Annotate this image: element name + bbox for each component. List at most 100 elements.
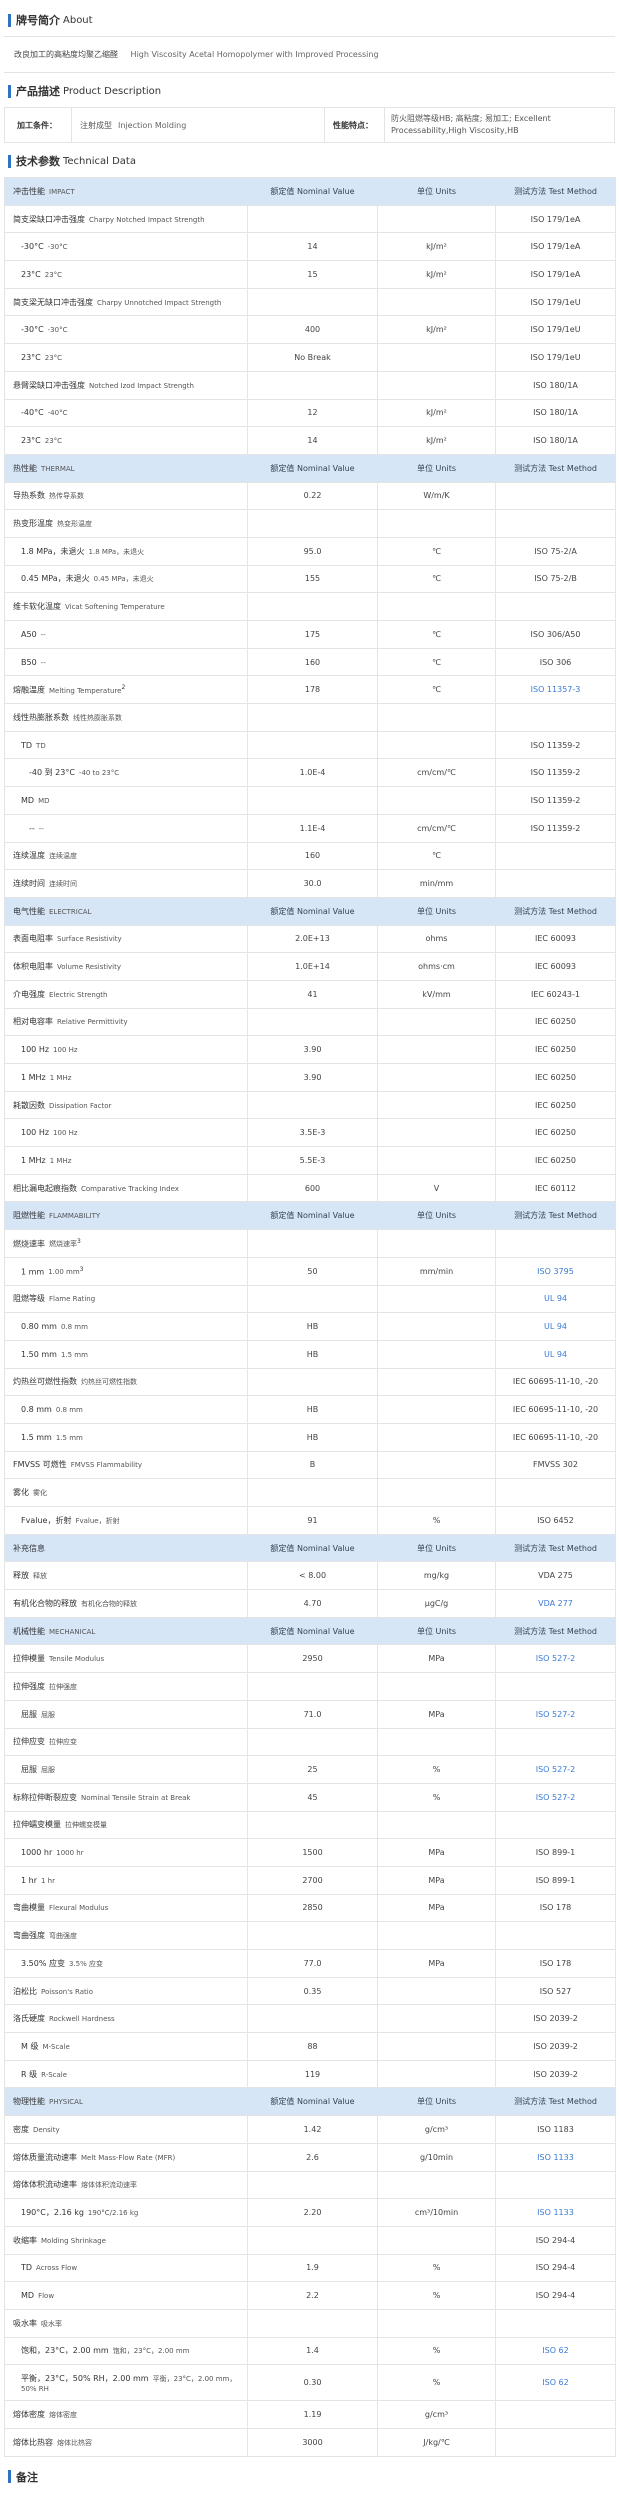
- property-value: 3.90: [247, 1035, 378, 1064]
- property-name-cn: 1 hr: [21, 1875, 37, 1885]
- test-method-link-text[interactable]: ISO 527-2: [536, 1765, 576, 1774]
- property-unit: [377, 1367, 496, 1397]
- property-unit: MPa: [377, 1838, 496, 1867]
- test-method: [495, 1727, 616, 1757]
- test-method-link[interactable]: ISO 527-2: [495, 1699, 616, 1729]
- property-value: [247, 2225, 378, 2255]
- test-method-link-text[interactable]: ISO 527-2: [536, 1654, 576, 1663]
- property-value: 1.9: [247, 2253, 378, 2283]
- property-row: 释放 释放 < 8.00 mg/kg VDA 275: [4, 1561, 616, 1591]
- property-unit: g/cm³: [377, 2115, 496, 2144]
- property-row: 23°C 23°C No Break ISO 179/1eU: [4, 343, 616, 372]
- property-name-en: 1.5 mm: [60, 1350, 88, 1359]
- property-name: 平衡，23°C，50% RH，2.00 mm 平衡，23°C，2.00 mm，50…: [4, 2364, 248, 2402]
- section-header-en: PHYSICAL: [49, 2098, 83, 2107]
- test-method-link[interactable]: ISO 62: [495, 2336, 616, 2366]
- property-unit: kJ/m²: [377, 398, 496, 428]
- property-row: TD TD ISO 11359-2: [4, 730, 616, 760]
- property-row: 100 Hz 100 Hz 3.5E-3 IEC 60250: [4, 1118, 616, 1148]
- property-row: 拉伸蠕变模量 拉伸蠕变模量: [4, 1810, 616, 1840]
- test-method-link-text[interactable]: ISO 1133: [537, 2153, 574, 2162]
- section-header-name: 电气性能 ELECTRICAL: [4, 896, 248, 926]
- property-unit: [377, 786, 496, 815]
- footnote-marker[interactable]: 2: [121, 684, 125, 691]
- test-method-link-text[interactable]: UL 94: [544, 1322, 567, 1331]
- test-method: [495, 1921, 616, 1950]
- property-name-en: 灼热丝可燃性指数: [81, 1378, 137, 1387]
- property-unit: [377, 2004, 496, 2034]
- test-method-link-text[interactable]: ISO 527-2: [536, 1793, 576, 1802]
- test-method-link-text[interactable]: ISO 3795: [537, 1267, 574, 1276]
- property-name: 洛氏硬度 Rockwell Hardness: [4, 2004, 248, 2034]
- test-method-link-text[interactable]: VDA 277: [538, 1599, 573, 1608]
- test-method-link[interactable]: ISO 3795: [495, 1256, 616, 1286]
- property-row: MD MD ISO 11359-2: [4, 786, 616, 815]
- section-bar: [8, 154, 11, 168]
- test-method-link[interactable]: ISO 527-2: [495, 1644, 616, 1674]
- test-method-link-text[interactable]: UL 94: [544, 1294, 567, 1303]
- test-method-link[interactable]: UL 94: [495, 1339, 616, 1369]
- test-method-link-text[interactable]: ISO 62: [542, 2346, 568, 2355]
- test-method-text: ISO 11359-2: [530, 823, 581, 833]
- property-unit: ℃: [377, 675, 496, 705]
- test-method-link[interactable]: ISO 11357-3: [495, 675, 616, 705]
- test-method-link[interactable]: UL 94: [495, 1312, 616, 1341]
- property-name: 导热系数 热传导系数: [4, 481, 248, 511]
- property-name-cn: 相对电容率: [13, 1017, 53, 1027]
- property-name: FMVSS 可燃性 FMVSS Flammability: [4, 1450, 248, 1480]
- property-name-en: Dissipation Factor: [49, 1101, 112, 1110]
- footnote-marker[interactable]: 3: [80, 1266, 84, 1273]
- test-method: [495, 2400, 616, 2429]
- footnote-marker[interactable]: 3: [77, 1238, 81, 1245]
- test-method-link[interactable]: ISO 527-2: [495, 1782, 616, 1812]
- test-method-link-text[interactable]: UL 94: [544, 1350, 567, 1359]
- property-value: 0.22: [247, 481, 378, 511]
- test-method-link[interactable]: ISO 62: [495, 2364, 616, 2402]
- property-value: 0.30: [247, 2364, 378, 2402]
- property-unit: ℃: [377, 647, 496, 677]
- property-row: FMVSS 可燃性 FMVSS Flammability B FMVSS 302: [4, 1450, 616, 1480]
- property-row: 熔体体积流动速率 熔体体积流动速率: [4, 2170, 616, 2200]
- property-value: [247, 1007, 378, 1037]
- property-unit: MPa: [377, 1893, 496, 1923]
- property-unit: W/m/K: [377, 481, 496, 511]
- section-header-en: THERMAL: [41, 464, 75, 473]
- property-unit: [377, 1229, 496, 1258]
- property-name-en: 吸水率: [41, 2319, 62, 2328]
- property-name-cn: TD: [21, 740, 33, 750]
- property-unit: [377, 509, 496, 538]
- property-name: 弯曲模量 Flexural Modulus: [4, 1893, 248, 1923]
- property-name: -- --: [4, 813, 248, 843]
- test-method-link[interactable]: ISO 1133: [495, 2142, 616, 2172]
- test-method: ISO 180/1A: [495, 426, 616, 455]
- property-name-en: -40 to 23°C: [78, 769, 120, 778]
- property-value: [247, 1090, 378, 1120]
- test-method-link[interactable]: UL 94: [495, 1284, 616, 1314]
- property-unit: [377, 1478, 496, 1507]
- property-unit: %: [377, 2253, 496, 2283]
- test-method-link[interactable]: ISO 527-2: [495, 1755, 616, 1784]
- property-unit: µgC/g: [377, 1589, 496, 1618]
- test-method-link[interactable]: VDA 277: [495, 1589, 616, 1618]
- property-row: 屈服 屈服 25% ISO 527-2: [4, 1755, 616, 1784]
- property-value: 3.5E-3: [247, 1118, 378, 1148]
- property-value: 30.0: [247, 869, 378, 898]
- test-method-link-text[interactable]: ISO 527-2: [536, 1710, 576, 1719]
- property-row: 洛氏硬度 Rockwell Hardness ISO 2039-2: [4, 2004, 616, 2034]
- property-value: 1.4: [247, 2336, 378, 2366]
- test-method-text: ISO 178: [539, 1958, 572, 1968]
- property-name: 屈服 屈服: [4, 1755, 248, 1784]
- test-method-link-text[interactable]: ISO 1133: [537, 2208, 574, 2217]
- property-name: 雾化 雾化: [4, 1478, 248, 1507]
- property-value: 14: [247, 426, 378, 455]
- property-name-cn: --: [29, 823, 35, 833]
- property-name-en: 23°C: [44, 437, 63, 446]
- property-value: 2950: [247, 1644, 378, 1674]
- test-method-text: ISO 11359-2: [530, 795, 581, 805]
- property-name-cn: 标称拉伸断裂应变: [13, 1792, 77, 1802]
- test-method-link-text[interactable]: ISO 62: [542, 2378, 568, 2387]
- property-name-en: MD: [38, 796, 50, 805]
- about-text-cn: 改良加工的高粘度均聚乙缩醛: [14, 50, 118, 59]
- test-method-link[interactable]: ISO 1133: [495, 2198, 616, 2227]
- test-method-link-text[interactable]: ISO 11357-3: [531, 685, 581, 694]
